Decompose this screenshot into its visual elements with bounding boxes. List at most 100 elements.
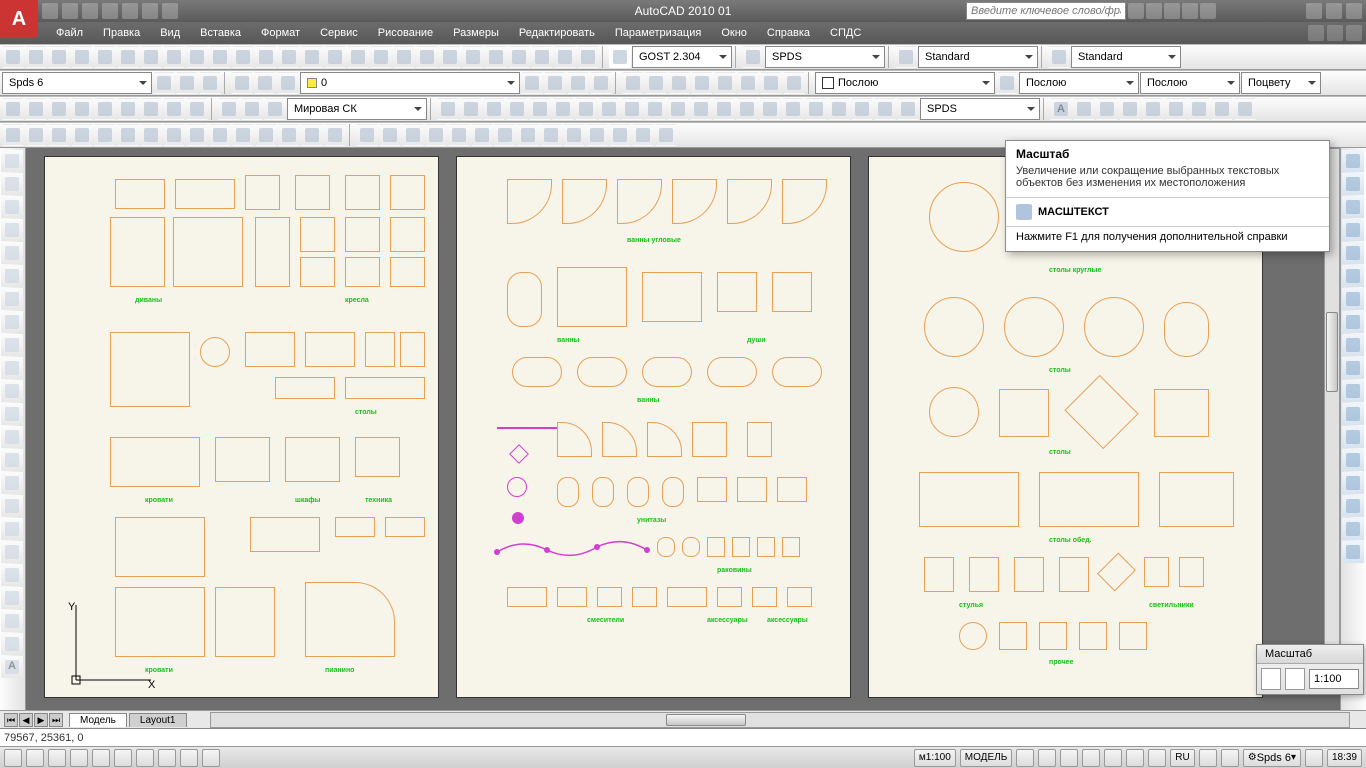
modify-tool-button[interactable] xyxy=(1342,518,1364,540)
tool-button[interactable] xyxy=(598,98,620,120)
otrack-toggle[interactable] xyxy=(114,749,132,767)
furniture-block[interactable] xyxy=(200,337,230,367)
scale-palette-title[interactable]: Масштаб xyxy=(1257,645,1363,664)
fixture-block[interactable] xyxy=(632,587,657,607)
status-icon[interactable] xyxy=(1148,749,1166,767)
tool-button[interactable] xyxy=(209,124,231,146)
tool-button[interactable] xyxy=(448,124,470,146)
furniture-block[interactable] xyxy=(110,437,200,487)
globe-icon[interactable] xyxy=(264,98,286,120)
ducs-toggle[interactable] xyxy=(136,749,154,767)
table-block[interactable] xyxy=(999,389,1049,437)
sink-block[interactable] xyxy=(782,537,800,557)
annotation-scale[interactable]: м1:100 xyxy=(914,749,956,767)
tool-button[interactable] xyxy=(805,98,827,120)
menu-view[interactable]: Вид xyxy=(150,24,190,42)
tool-button[interactable] xyxy=(485,46,507,68)
menu-tools[interactable]: Сервис xyxy=(310,24,368,42)
furniture-block[interactable] xyxy=(295,175,330,210)
tool-button[interactable] xyxy=(370,46,392,68)
tool-button[interactable] xyxy=(117,98,139,120)
workspace-switch[interactable]: ⚙ Spds 6 ▾ xyxy=(1243,749,1301,767)
tool-button[interactable] xyxy=(186,98,208,120)
tool-button[interactable] xyxy=(622,72,644,94)
table-block[interactable] xyxy=(1164,302,1209,357)
tool-button[interactable] xyxy=(186,124,208,146)
tool-button[interactable] xyxy=(94,124,116,146)
modify-tool-button[interactable] xyxy=(1342,311,1364,333)
draw-tool-button[interactable] xyxy=(1,518,23,540)
modify-tool-button[interactable] xyxy=(1342,380,1364,402)
minimize-icon[interactable] xyxy=(1306,3,1322,19)
tool-button[interactable] xyxy=(163,98,185,120)
furniture-block[interactable] xyxy=(255,217,290,287)
draw-tool-button[interactable] xyxy=(1,633,23,655)
furniture-block[interactable] xyxy=(390,175,425,210)
modify-tool-button[interactable] xyxy=(1342,357,1364,379)
tool-button[interactable] xyxy=(508,46,530,68)
tool-button[interactable] xyxy=(186,46,208,68)
bath-block[interactable] xyxy=(727,179,772,224)
tool-button[interactable] xyxy=(471,124,493,146)
toilet-block[interactable] xyxy=(627,477,649,507)
piano-block[interactable] xyxy=(305,582,395,657)
tool-button[interactable] xyxy=(517,124,539,146)
shower-block[interactable] xyxy=(692,422,727,457)
table-block[interactable] xyxy=(1159,472,1234,527)
textstyle-dropdown[interactable]: GOST 2.304 xyxy=(632,46,732,68)
tool-button[interactable] xyxy=(483,98,505,120)
tool-button[interactable] xyxy=(586,124,608,146)
tool-button[interactable] xyxy=(25,124,47,146)
text-a-icon[interactable]: A xyxy=(1,656,23,678)
tool-button[interactable] xyxy=(94,98,116,120)
tool-button[interactable] xyxy=(462,46,484,68)
tool-button[interactable] xyxy=(71,46,93,68)
toilet-block[interactable] xyxy=(557,477,579,507)
bath-block[interactable] xyxy=(507,272,542,327)
tool-button[interactable] xyxy=(897,98,919,120)
furniture-block[interactable] xyxy=(345,377,425,399)
furniture-block[interactable] xyxy=(285,437,340,482)
modify-tool-button[interactable] xyxy=(1342,265,1364,287)
tab-first-icon[interactable]: ⏮ xyxy=(4,713,18,727)
plotstyle-dropdown[interactable]: Поцвету xyxy=(1241,72,1321,94)
tool-button[interactable] xyxy=(324,46,346,68)
shower-block[interactable] xyxy=(747,422,772,457)
furniture-block[interactable] xyxy=(215,587,275,657)
qp-toggle[interactable] xyxy=(202,749,220,767)
search-input[interactable] xyxy=(966,2,1126,20)
furniture-block[interactable] xyxy=(300,217,335,252)
print-icon[interactable] xyxy=(142,3,158,19)
tool-button[interactable] xyxy=(759,98,781,120)
tool-button[interactable] xyxy=(199,72,221,94)
new-icon[interactable] xyxy=(42,3,58,19)
qat-more-icon[interactable] xyxy=(162,3,178,19)
sink-block[interactable] xyxy=(657,537,675,557)
tool-button[interactable] xyxy=(531,46,553,68)
chair-block[interactable] xyxy=(1014,557,1044,592)
chair-block[interactable] xyxy=(959,622,987,650)
modify-tool-button[interactable] xyxy=(1342,242,1364,264)
menu-draw[interactable]: Рисование xyxy=(368,24,443,42)
modify-tool-button[interactable] xyxy=(1342,495,1364,517)
ucs-dropdown[interactable]: Мировая СК xyxy=(287,98,427,120)
draw-tool-button[interactable] xyxy=(1,587,23,609)
draw-tool-button[interactable] xyxy=(1,541,23,563)
furniture-block[interactable] xyxy=(175,179,235,209)
tool-button[interactable] xyxy=(851,98,873,120)
tool-button[interactable] xyxy=(425,124,447,146)
draw-tool-button[interactable] xyxy=(1,380,23,402)
tab-model[interactable]: Модель xyxy=(69,713,127,727)
tool-button[interactable] xyxy=(554,46,576,68)
modify-tool-button[interactable] xyxy=(1342,334,1364,356)
modify-tool-button[interactable] xyxy=(1342,426,1364,448)
ortho-toggle[interactable] xyxy=(48,749,66,767)
satellite-icon[interactable] xyxy=(1200,3,1216,19)
tool-button[interactable] xyxy=(277,72,299,94)
search-icon[interactable] xyxy=(1128,3,1144,19)
furniture-block[interactable] xyxy=(110,332,190,407)
tool-button[interactable] xyxy=(609,124,631,146)
tool-button[interactable] xyxy=(48,98,70,120)
modify-tool-button[interactable] xyxy=(1342,288,1364,310)
toilet-block[interactable] xyxy=(777,477,807,502)
